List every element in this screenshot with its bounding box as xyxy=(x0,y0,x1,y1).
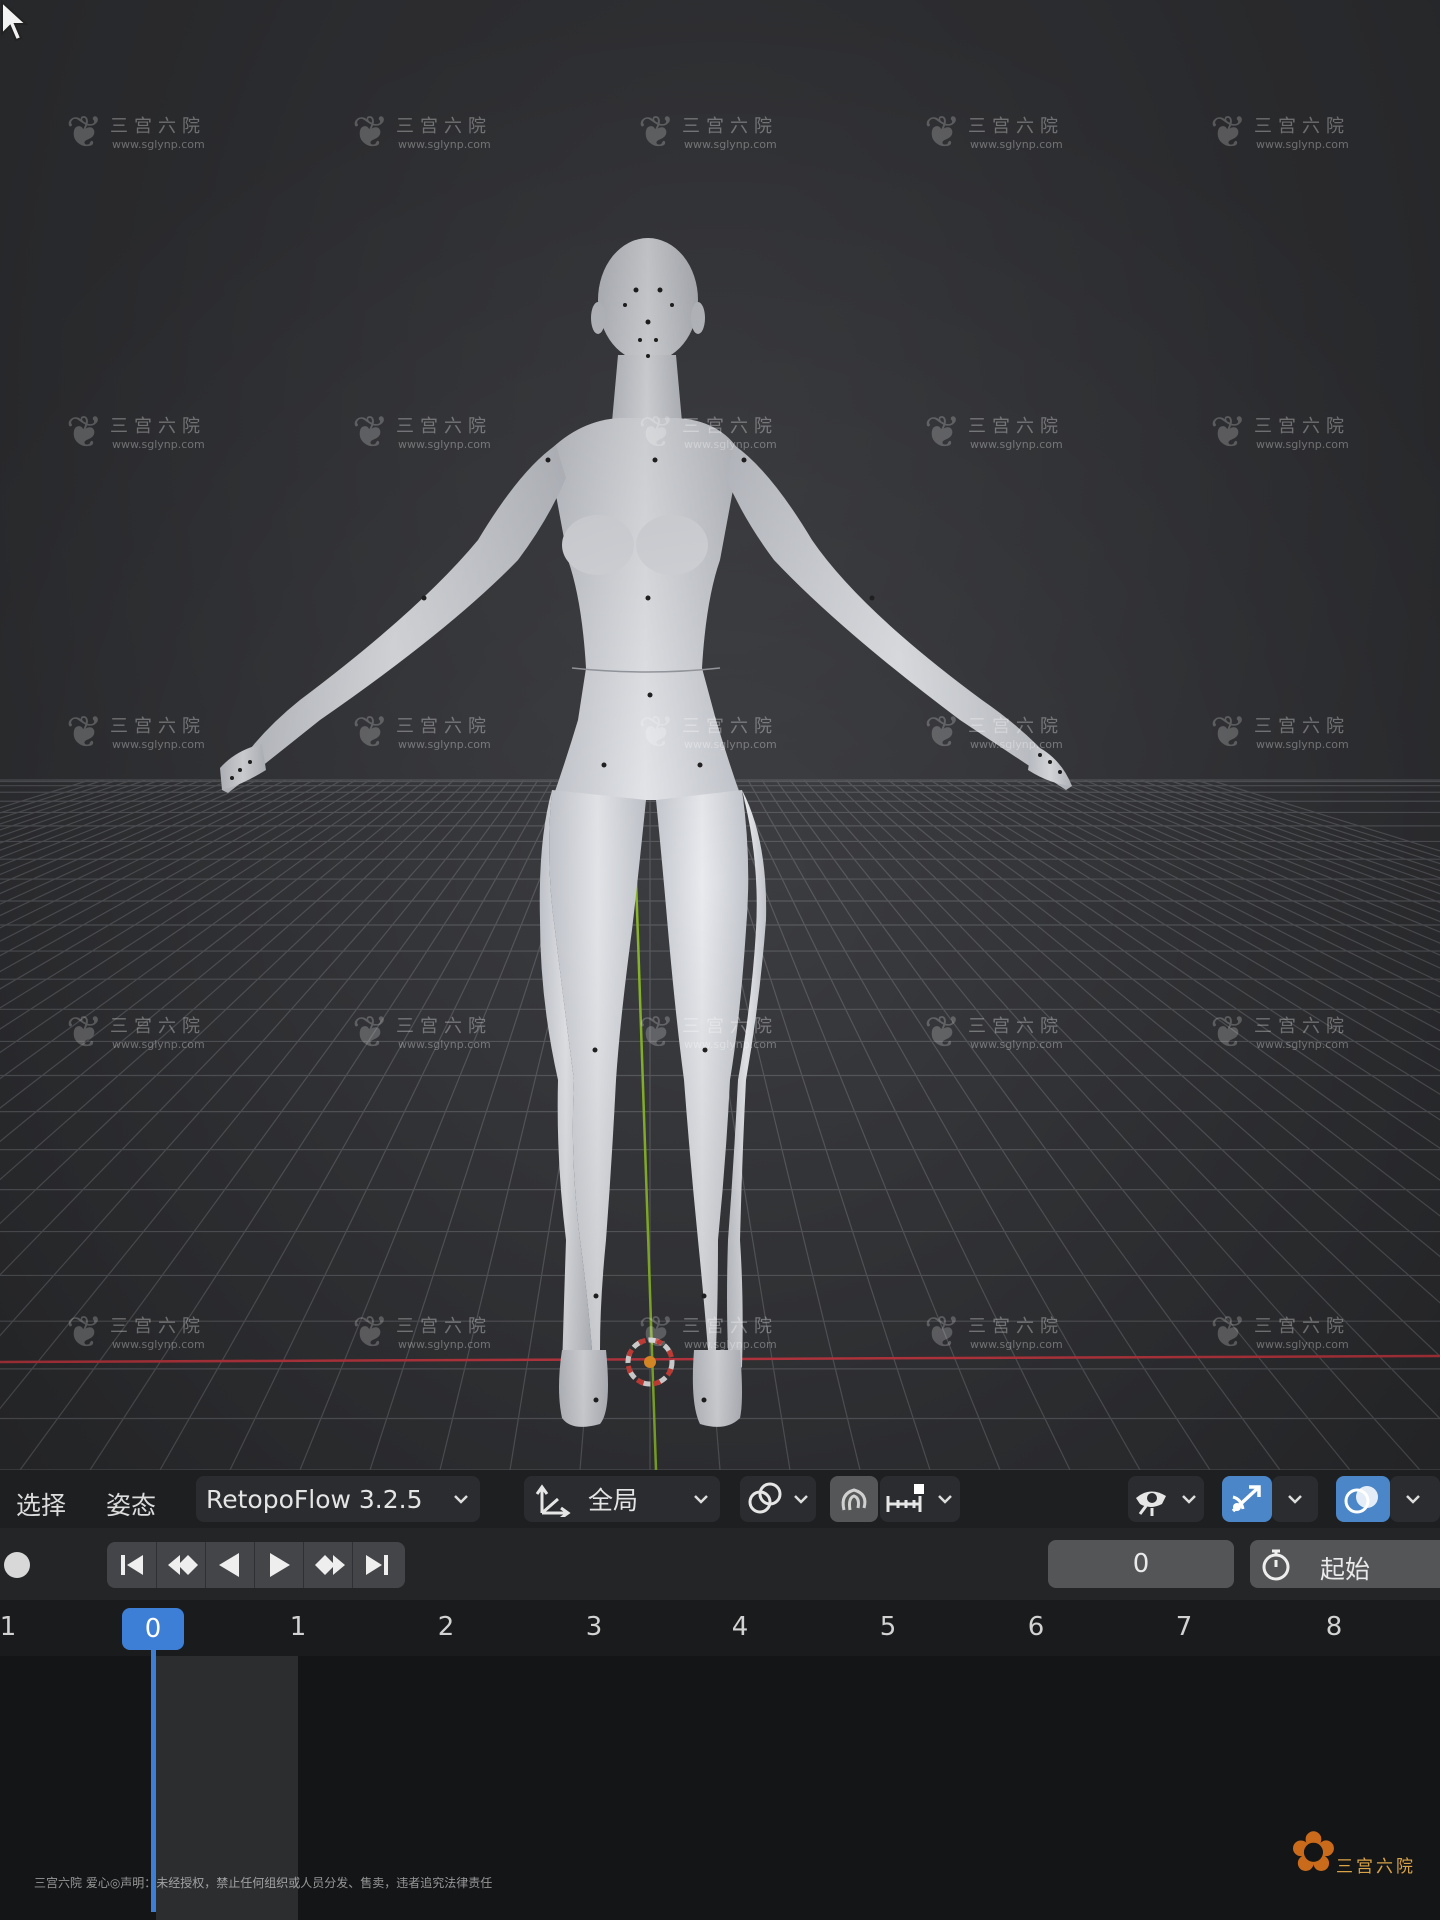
playhead-line[interactable] xyxy=(151,1650,156,1912)
ruler-label: 1 xyxy=(289,1612,307,1642)
gizmo-toggle-button[interactable] xyxy=(1222,1476,1272,1522)
chevron-down-icon xyxy=(454,1495,468,1504)
play-reverse-icon xyxy=(219,1553,239,1577)
menu-select[interactable]: 选择 xyxy=(16,1486,66,1522)
start-frame-label: 起始 xyxy=(1320,1555,1371,1584)
visibility-dropdown[interactable] xyxy=(1128,1476,1204,1522)
chevron-down-icon xyxy=(1182,1495,1196,1504)
jump-start-icon xyxy=(121,1555,143,1575)
visibility-icon xyxy=(1136,1491,1166,1516)
viewport-scene xyxy=(0,0,1440,1470)
menu-pose[interactable]: 姿态 xyxy=(106,1486,156,1522)
transform-orientation-icon xyxy=(535,1484,571,1517)
chevron-down-icon xyxy=(794,1495,808,1504)
ruler-label: 1 xyxy=(0,1612,17,1642)
gizmo-toggle-icon xyxy=(1231,1485,1261,1513)
ruler-label: 7 xyxy=(1175,1612,1193,1642)
jump-end-icon xyxy=(366,1555,388,1575)
play-icon xyxy=(270,1553,290,1577)
addon-dropdown[interactable]: RetopoFlow 3.2.5 xyxy=(196,1476,480,1522)
3d-viewport[interactable]: ❦ 三宫六院 www.sglynp.com ❦ 三宫六院 www.sglynp.com ❦ 三… xyxy=(0,0,1440,1470)
ruler-label: 5 xyxy=(879,1612,897,1642)
transform-orientation-dropdown[interactable]: 全局 xyxy=(524,1476,720,1522)
snap-toggle-button[interactable] xyxy=(830,1476,878,1522)
ruler-label: 3 xyxy=(585,1612,603,1642)
next-keyframe-button[interactable] xyxy=(303,1542,353,1588)
orientation-label: 全局 xyxy=(588,1486,639,1515)
current-frame-field[interactable]: 0 xyxy=(1048,1540,1234,1588)
chevron-down-icon xyxy=(1288,1495,1302,1504)
jump-start-button[interactable] xyxy=(107,1542,157,1588)
play-button[interactable] xyxy=(254,1542,304,1588)
playback-controls: 0 起始 xyxy=(0,1528,1440,1600)
viewport-header: 选择 姿态 RetopoFlow 3.2.5 全局 xyxy=(0,1470,1440,1528)
playback-button-group xyxy=(107,1542,405,1588)
chevron-down-icon xyxy=(694,1495,708,1504)
timeline-editor[interactable]: 1 1 2 3 4 5 6 7 8 0 xyxy=(0,1600,1440,1920)
brand-logo-name: 三宫六院 xyxy=(1336,1857,1416,1877)
overlay-toggle-button[interactable] xyxy=(1336,1476,1390,1522)
addon-dropdown-label: RetopoFlow 3.2.5 xyxy=(206,1484,423,1514)
arrow-cursor-icon xyxy=(1,0,29,42)
snap-increment-button[interactable] xyxy=(880,1476,960,1522)
ruler-label: 4 xyxy=(731,1612,749,1642)
brand-logo: ✿ 三宫六院 xyxy=(1290,1820,1420,1900)
pivot-link-button[interactable] xyxy=(740,1476,816,1522)
chevron-down-icon xyxy=(938,1495,952,1504)
chevron-down-icon xyxy=(1406,1495,1420,1504)
playhead-frame-badge[interactable]: 0 xyxy=(122,1608,184,1650)
frame-ruler[interactable]: 1 1 2 3 4 5 6 7 8 xyxy=(0,1600,1440,1656)
start-frame-field[interactable]: 起始 xyxy=(1250,1540,1440,1588)
next-keyframe-icon xyxy=(315,1555,345,1575)
prev-keyframe-icon xyxy=(168,1555,198,1575)
ruler-label: 6 xyxy=(1027,1612,1045,1642)
ruler-label: 2 xyxy=(437,1612,455,1642)
ruler-label: 8 xyxy=(1325,1612,1343,1642)
snap-increment-icon xyxy=(886,1484,924,1512)
auto-keying-record-icon[interactable] xyxy=(4,1552,30,1578)
copyright-notice: 三宫六院 爱心◎声明：未经授权，禁止任何组织或人员分发、售卖，违者追究法律责任 xyxy=(34,1876,493,1890)
overlay-toggle-icon xyxy=(1344,1486,1378,1514)
play-reverse-button[interactable] xyxy=(205,1542,255,1588)
stopwatch-icon xyxy=(1262,1549,1290,1581)
overlay-dropdown[interactable] xyxy=(1390,1476,1440,1522)
pivot-link-icon xyxy=(748,1482,782,1514)
snap-magnet-icon xyxy=(841,1488,867,1511)
jump-end-button[interactable] xyxy=(352,1542,401,1588)
prev-keyframe-button[interactable] xyxy=(156,1542,206,1588)
gizmo-dropdown[interactable] xyxy=(1272,1476,1318,1522)
phoenix-logo-icon: ✿ xyxy=(1290,1820,1337,1885)
